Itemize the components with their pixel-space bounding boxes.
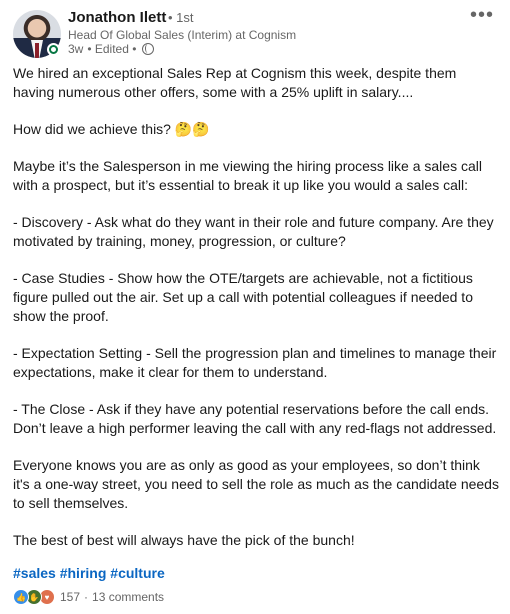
post-paragraph: How did we achieve this? 🤔🤔 (13, 121, 210, 137)
post-paragraph: - Case Studies - Show how the OTE/target… (13, 270, 473, 324)
author-avatar[interactable] (13, 10, 61, 58)
post-paragraph: We hired an exceptional Sales Rep at Cog… (13, 65, 457, 100)
hashtag-link[interactable]: #hiring (60, 565, 107, 581)
post-paragraph: The best of best will always have the pi… (13, 532, 355, 548)
post-paragraph: - Discovery - Ask what do they want in t… (13, 214, 494, 249)
feed-post: Jonathon Ilett • 1st Head Of Global Sale… (0, 0, 510, 614)
separator: · (84, 590, 89, 604)
comments-count[interactable]: 13 comments (92, 590, 164, 604)
author-name[interactable]: Jonathon Ilett (68, 9, 166, 26)
post-paragraph: - The Close - Ask if they have any poten… (13, 401, 497, 436)
edited-label: • Edited • (87, 42, 137, 56)
author-headline: Head Of Global Sales (Interim) at Cognis… (68, 28, 297, 42)
post-meta: 3w • Edited • (68, 42, 155, 56)
post-paragraph: Everyone knows you are as only as good a… (13, 457, 499, 511)
post-time: 3w (68, 42, 84, 56)
post-paragraph: - Expectation Setting - Sell the progres… (13, 345, 497, 380)
connection-degree: • 1st (168, 10, 194, 25)
like-icon[interactable]: 👍 (13, 589, 29, 605)
hashtag-link[interactable]: #culture (110, 565, 164, 581)
reaction-count[interactable]: 157 (60, 590, 80, 604)
more-options-icon[interactable]: ••• (470, 5, 494, 25)
globe-icon (142, 43, 155, 55)
post-paragraph: Maybe it’s the Salesperson in me viewing… (13, 158, 482, 193)
online-status-icon (47, 43, 60, 56)
social-counts: 👍 ✋ ♥ 157 · 13 comments (13, 589, 164, 605)
hashtag-list: #sales #hiring #culture (13, 565, 165, 581)
post-text: We hired an exceptional Sales Rep at Cog… (13, 64, 499, 568)
hashtag-link[interactable]: #sales (13, 565, 56, 581)
